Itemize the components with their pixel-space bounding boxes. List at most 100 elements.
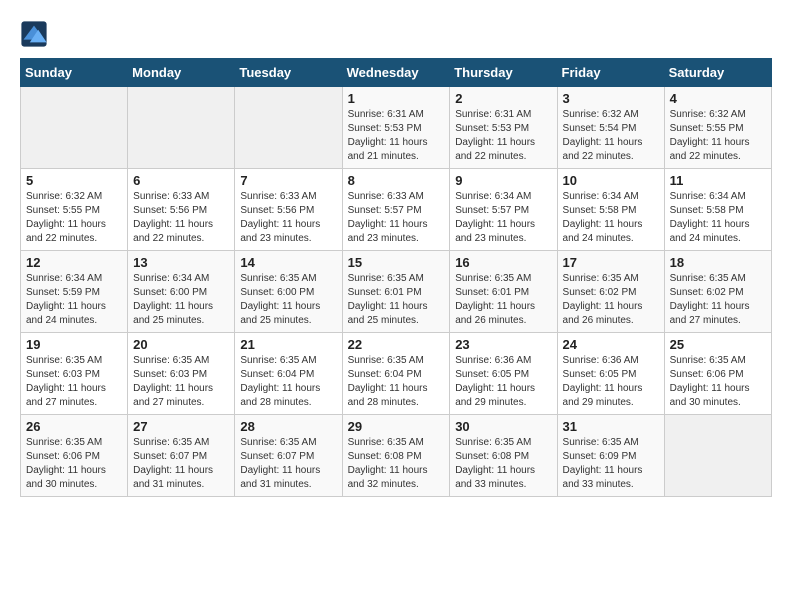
day-info: Sunrise: 6:35 AM Sunset: 6:08 PM Dayligh… bbox=[455, 436, 551, 492]
calendar-cell: 4 Sunrise: 6:32 AM Sunset: 5:55 PM Daylig… bbox=[664, 87, 771, 169]
calendar-cell: 22 Sunrise: 6:35 AM Sunset: 6:04 PM Dayli… bbox=[342, 333, 450, 415]
calendar-week-row: 12 Sunrise: 6:34 AM Sunset: 5:59 PM Dayli… bbox=[21, 251, 772, 333]
day-number: 15 bbox=[348, 255, 445, 270]
day-number: 30 bbox=[455, 419, 551, 434]
calendar-cell: 23 Sunrise: 6:36 AM Sunset: 6:05 PM Dayli… bbox=[450, 333, 557, 415]
day-number: 26 bbox=[26, 419, 122, 434]
day-info: Sunrise: 6:33 AM Sunset: 5:56 PM Dayligh… bbox=[133, 190, 229, 246]
calendar-cell: 28 Sunrise: 6:35 AM Sunset: 6:07 PM Dayli… bbox=[235, 415, 342, 497]
calendar-cell: 16 Sunrise: 6:35 AM Sunset: 6:01 PM Dayli… bbox=[450, 251, 557, 333]
calendar-cell: 7 Sunrise: 6:33 AM Sunset: 5:56 PM Daylig… bbox=[235, 169, 342, 251]
calendar-cell bbox=[664, 415, 771, 497]
calendar-week-row: 5Sunrise: 6:32 AM Sunset: 5:55 PM Daylig… bbox=[21, 169, 772, 251]
day-number: 23 bbox=[455, 337, 551, 352]
day-info: Sunrise: 6:35 AM Sunset: 6:01 PM Dayligh… bbox=[348, 272, 445, 328]
calendar-table: SundayMondayTuesdayWednesdayThursdayFrid… bbox=[20, 58, 772, 497]
calendar-week-row: 1 Sunrise: 6:31 AM Sunset: 5:53 PM Daylig… bbox=[21, 87, 772, 169]
day-info: Sunrise: 6:34 AM Sunset: 5:59 PM Dayligh… bbox=[26, 272, 122, 328]
day-info: Sunrise: 6:34 AM Sunset: 5:58 PM Dayligh… bbox=[670, 190, 766, 246]
calendar-cell: 11 Sunrise: 6:34 AM Sunset: 5:58 PM Dayli… bbox=[664, 169, 771, 251]
calendar-cell: 14Sunrise: 6:35 AM Sunset: 6:00 PM Dayli… bbox=[235, 251, 342, 333]
day-number: 24 bbox=[563, 337, 659, 352]
day-info: Sunrise: 6:34 AM Sunset: 6:00 PM Dayligh… bbox=[133, 272, 229, 328]
day-number: 19 bbox=[26, 337, 122, 352]
day-number: 16 bbox=[455, 255, 551, 270]
calendar-cell: 3Sunrise: 6:32 AM Sunset: 5:54 PM Daylig… bbox=[557, 87, 664, 169]
day-info: Sunrise: 6:31 AM Sunset: 5:53 PM Dayligh… bbox=[348, 108, 445, 164]
calendar-cell: 18 Sunrise: 6:35 AM Sunset: 6:02 PM Dayli… bbox=[664, 251, 771, 333]
day-info: Sunrise: 6:35 AM Sunset: 6:08 PM Dayligh… bbox=[348, 436, 445, 492]
calendar-cell: 17Sunrise: 6:35 AM Sunset: 6:02 PM Dayli… bbox=[557, 251, 664, 333]
day-header-wednesday: Wednesday bbox=[342, 59, 450, 87]
day-info: Sunrise: 6:35 AM Sunset: 6:04 PM Dayligh… bbox=[348, 354, 445, 410]
day-number: 8 bbox=[348, 173, 445, 188]
calendar-cell: 30 Sunrise: 6:35 AM Sunset: 6:08 PM Dayli… bbox=[450, 415, 557, 497]
day-number: 4 bbox=[670, 91, 766, 106]
day-info: Sunrise: 6:33 AM Sunset: 5:57 PM Dayligh… bbox=[348, 190, 445, 246]
calendar-cell: 31Sunrise: 6:35 AM Sunset: 6:09 PM Dayli… bbox=[557, 415, 664, 497]
day-number: 14 bbox=[240, 255, 336, 270]
day-info: Sunrise: 6:32 AM Sunset: 5:54 PM Dayligh… bbox=[563, 108, 659, 164]
day-number: 6 bbox=[133, 173, 229, 188]
day-header-saturday: Saturday bbox=[664, 59, 771, 87]
day-info: Sunrise: 6:31 AM Sunset: 5:53 PM Dayligh… bbox=[455, 108, 551, 164]
day-number: 27 bbox=[133, 419, 229, 434]
day-number: 25 bbox=[670, 337, 766, 352]
day-info: Sunrise: 6:32 AM Sunset: 5:55 PM Dayligh… bbox=[670, 108, 766, 164]
day-info: Sunrise: 6:34 AM Sunset: 5:57 PM Dayligh… bbox=[455, 190, 551, 246]
day-number: 22 bbox=[348, 337, 445, 352]
calendar-week-row: 19 Sunrise: 6:35 AM Sunset: 6:03 PM Dayli… bbox=[21, 333, 772, 415]
calendar-cell: 29 Sunrise: 6:35 AM Sunset: 6:08 PM Dayli… bbox=[342, 415, 450, 497]
day-header-monday: Monday bbox=[128, 59, 235, 87]
day-number: 2 bbox=[455, 91, 551, 106]
day-info: Sunrise: 6:34 AM Sunset: 5:58 PM Dayligh… bbox=[563, 190, 659, 246]
calendar-cell: 27Sunrise: 6:35 AM Sunset: 6:07 PM Dayli… bbox=[128, 415, 235, 497]
day-info: Sunrise: 6:36 AM Sunset: 6:05 PM Dayligh… bbox=[563, 354, 659, 410]
logo bbox=[20, 20, 52, 48]
calendar-cell: 8 Sunrise: 6:33 AM Sunset: 5:57 PM Daylig… bbox=[342, 169, 450, 251]
day-number: 10 bbox=[563, 173, 659, 188]
day-header-thursday: Thursday bbox=[450, 59, 557, 87]
day-info: Sunrise: 6:35 AM Sunset: 6:07 PM Dayligh… bbox=[240, 436, 336, 492]
calendar-cell bbox=[128, 87, 235, 169]
day-header-tuesday: Tuesday bbox=[235, 59, 342, 87]
calendar-cell: 25Sunrise: 6:35 AM Sunset: 6:06 PM Dayli… bbox=[664, 333, 771, 415]
day-number: 31 bbox=[563, 419, 659, 434]
calendar-cell: 9 Sunrise: 6:34 AM Sunset: 5:57 PM Daylig… bbox=[450, 169, 557, 251]
day-number: 29 bbox=[348, 419, 445, 434]
day-number: 18 bbox=[670, 255, 766, 270]
day-number: 21 bbox=[240, 337, 336, 352]
day-info: Sunrise: 6:35 AM Sunset: 6:03 PM Dayligh… bbox=[26, 354, 122, 410]
calendar-cell: 21 Sunrise: 6:35 AM Sunset: 6:04 PM Dayli… bbox=[235, 333, 342, 415]
day-number: 9 bbox=[455, 173, 551, 188]
day-number: 7 bbox=[240, 173, 336, 188]
calendar-cell: 6 Sunrise: 6:33 AM Sunset: 5:56 PM Daylig… bbox=[128, 169, 235, 251]
day-info: Sunrise: 6:35 AM Sunset: 6:03 PM Dayligh… bbox=[133, 354, 229, 410]
calendar-cell: 19 Sunrise: 6:35 AM Sunset: 6:03 PM Dayli… bbox=[21, 333, 128, 415]
calendar-cell: 1 Sunrise: 6:31 AM Sunset: 5:53 PM Daylig… bbox=[342, 87, 450, 169]
day-info: Sunrise: 6:35 AM Sunset: 6:02 PM Dayligh… bbox=[670, 272, 766, 328]
day-info: Sunrise: 6:35 AM Sunset: 6:04 PM Dayligh… bbox=[240, 354, 336, 410]
calendar-cell: 26 Sunrise: 6:35 AM Sunset: 6:06 PM Dayli… bbox=[21, 415, 128, 497]
day-number: 11 bbox=[670, 173, 766, 188]
calendar-cell bbox=[21, 87, 128, 169]
day-number: 13 bbox=[133, 255, 229, 270]
day-info: Sunrise: 6:35 AM Sunset: 6:06 PM Dayligh… bbox=[26, 436, 122, 492]
day-number: 12 bbox=[26, 255, 122, 270]
calendar-week-row: 26 Sunrise: 6:35 AM Sunset: 6:06 PM Dayli… bbox=[21, 415, 772, 497]
day-info: Sunrise: 6:33 AM Sunset: 5:56 PM Dayligh… bbox=[240, 190, 336, 246]
day-number: 20 bbox=[133, 337, 229, 352]
calendar-cell: 12 Sunrise: 6:34 AM Sunset: 5:59 PM Dayli… bbox=[21, 251, 128, 333]
calendar-header-row: SundayMondayTuesdayWednesdayThursdayFrid… bbox=[21, 59, 772, 87]
day-number: 17 bbox=[563, 255, 659, 270]
day-info: Sunrise: 6:36 AM Sunset: 6:05 PM Dayligh… bbox=[455, 354, 551, 410]
calendar-cell: 24 Sunrise: 6:36 AM Sunset: 6:05 PM Dayli… bbox=[557, 333, 664, 415]
calendar-cell: 5Sunrise: 6:32 AM Sunset: 5:55 PM Daylig… bbox=[21, 169, 128, 251]
day-info: Sunrise: 6:35 AM Sunset: 6:01 PM Dayligh… bbox=[455, 272, 551, 328]
day-number: 5 bbox=[26, 173, 122, 188]
logo-icon bbox=[20, 20, 48, 48]
page-header bbox=[20, 20, 772, 48]
day-number: 28 bbox=[240, 419, 336, 434]
calendar-cell: 20 Sunrise: 6:35 AM Sunset: 6:03 PM Dayli… bbox=[128, 333, 235, 415]
day-number: 1 bbox=[348, 91, 445, 106]
